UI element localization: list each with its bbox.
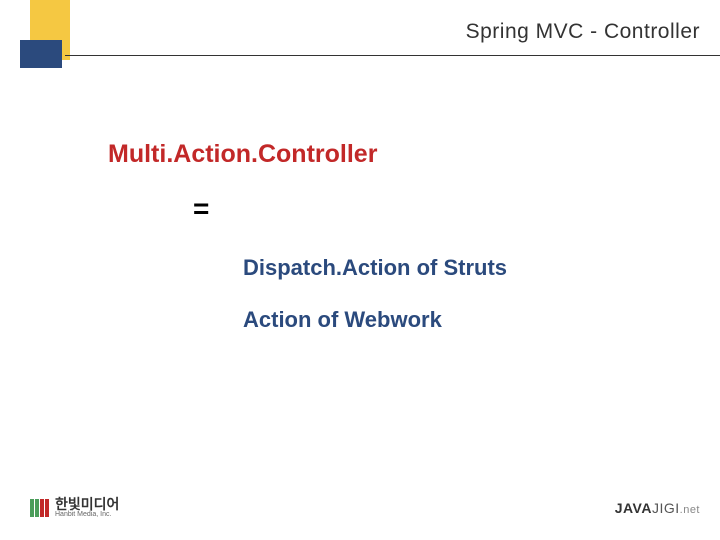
equals-sign: = bbox=[193, 193, 680, 225]
header-decoration-blue bbox=[20, 40, 62, 68]
footer-left-text: 한빛미디어 Hanbit Media, Inc. bbox=[55, 497, 119, 518]
header-divider bbox=[65, 55, 720, 56]
content-item-2: Action of Webwork bbox=[243, 307, 680, 333]
footer-right-logo: JAVAJIGI.net bbox=[615, 500, 700, 516]
hanbit-logo-icon bbox=[30, 499, 49, 517]
footer-right-suffix: JIGI bbox=[652, 500, 680, 516]
footer-right-prefix: JAVA bbox=[615, 500, 652, 516]
footer-right-domain: .net bbox=[680, 504, 700, 516]
content-item-1: Dispatch.Action of Struts bbox=[243, 255, 680, 281]
footer-left-logo: 한빛미디어 Hanbit Media, Inc. bbox=[30, 497, 119, 518]
footer-brand-subtext: Hanbit Media, Inc. bbox=[55, 511, 119, 518]
footer-brand-name: 한빛미디어 bbox=[55, 497, 119, 511]
slide-footer: 한빛미디어 Hanbit Media, Inc. JAVAJIGI.net bbox=[30, 497, 700, 518]
slide-header: Spring MVC - Controller bbox=[0, 0, 720, 70]
slide-title: Spring MVC - Controller bbox=[466, 20, 700, 44]
main-heading: Multi.Action.Controller bbox=[108, 140, 680, 169]
slide-content: Multi.Action.Controller = Dispatch.Actio… bbox=[108, 140, 680, 359]
